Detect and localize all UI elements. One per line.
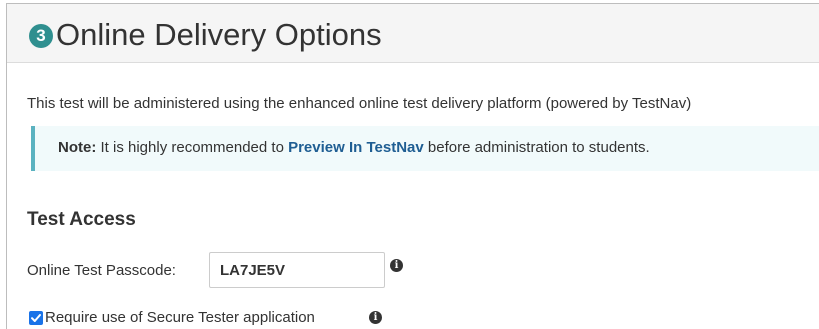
preview-in-testnav-link[interactable]: Preview In TestNav bbox=[288, 139, 424, 156]
passcode-label: Online Test Passcode: bbox=[27, 262, 176, 279]
test-access-heading: Test Access bbox=[27, 209, 136, 230]
online-delivery-panel: 3 Online Delivery Options This test will… bbox=[6, 3, 819, 329]
checkmark-icon bbox=[31, 314, 41, 322]
note-text: Note: It is highly recommended to Previe… bbox=[58, 139, 650, 157]
passcode-input[interactable] bbox=[209, 252, 385, 288]
platform-description: This test will be administered using the… bbox=[27, 95, 692, 112]
note-text-before: It is highly recommended to bbox=[96, 139, 289, 156]
secure-tester-label[interactable]: Require use of Secure Tester application bbox=[45, 309, 315, 327]
passcode-info-icon[interactable]: i bbox=[390, 259, 403, 272]
step-number-badge: 3 bbox=[29, 24, 53, 48]
secure-tester-checkbox[interactable] bbox=[29, 311, 43, 325]
recommendation-note: Note: It is highly recommended to Previe… bbox=[31, 126, 819, 171]
note-label: Note: bbox=[58, 139, 97, 156]
section-title: Online Delivery Options bbox=[56, 17, 382, 52]
note-text-after: before administration to students. bbox=[423, 139, 650, 156]
secure-tester-info-icon[interactable]: i bbox=[369, 311, 382, 324]
section-header: 3 Online Delivery Options bbox=[7, 4, 819, 63]
